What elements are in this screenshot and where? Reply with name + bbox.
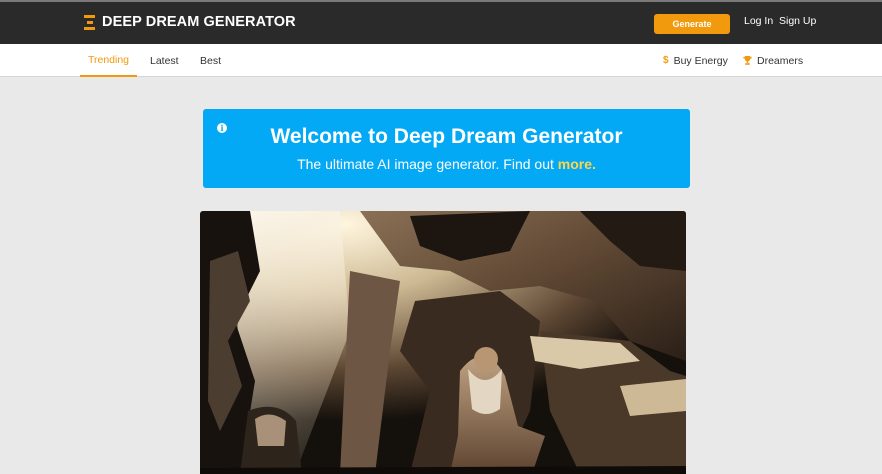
dream-logo-icon: [84, 14, 95, 30]
featured-image[interactable]: [200, 211, 686, 474]
dreamers-label: Dreamers: [757, 54, 804, 67]
buy-energy-link[interactable]: $ Buy Energy: [663, 44, 728, 77]
tab-best[interactable]: Best: [200, 44, 221, 77]
top-navbar: DEEP DREAM GENERATOR Generate Log In Sig…: [0, 0, 882, 44]
generate-button[interactable]: Generate: [654, 14, 730, 34]
sub-navbar: Trending Latest Best $ Buy Energy Dreame…: [0, 44, 882, 77]
signup-link[interactable]: Sign Up: [779, 15, 816, 27]
banner-title: Welcome to Deep Dream Generator: [270, 125, 623, 148]
banner-subtitle-text: The ultimate AI image generator. Find ou…: [297, 156, 558, 172]
more-link[interactable]: more.: [558, 156, 596, 172]
welcome-banner: i Welcome to Deep Dream Generator The ul…: [203, 109, 690, 188]
site-logo[interactable]: DEEP DREAM GENERATOR: [84, 14, 296, 30]
tab-latest[interactable]: Latest: [150, 44, 179, 77]
cave-artwork-image: [200, 211, 686, 474]
buy-energy-label: Buy Energy: [673, 54, 728, 67]
tab-trending[interactable]: Trending: [80, 44, 137, 77]
dollar-icon: $: [663, 55, 669, 66]
banner-subtitle: The ultimate AI image generator. Find ou…: [203, 156, 690, 172]
dreamers-link[interactable]: Dreamers: [743, 44, 803, 77]
logo-text: DEEP DREAM GENERATOR: [102, 14, 296, 30]
trophy-icon: [743, 56, 752, 65]
login-link[interactable]: Log In: [744, 15, 773, 27]
